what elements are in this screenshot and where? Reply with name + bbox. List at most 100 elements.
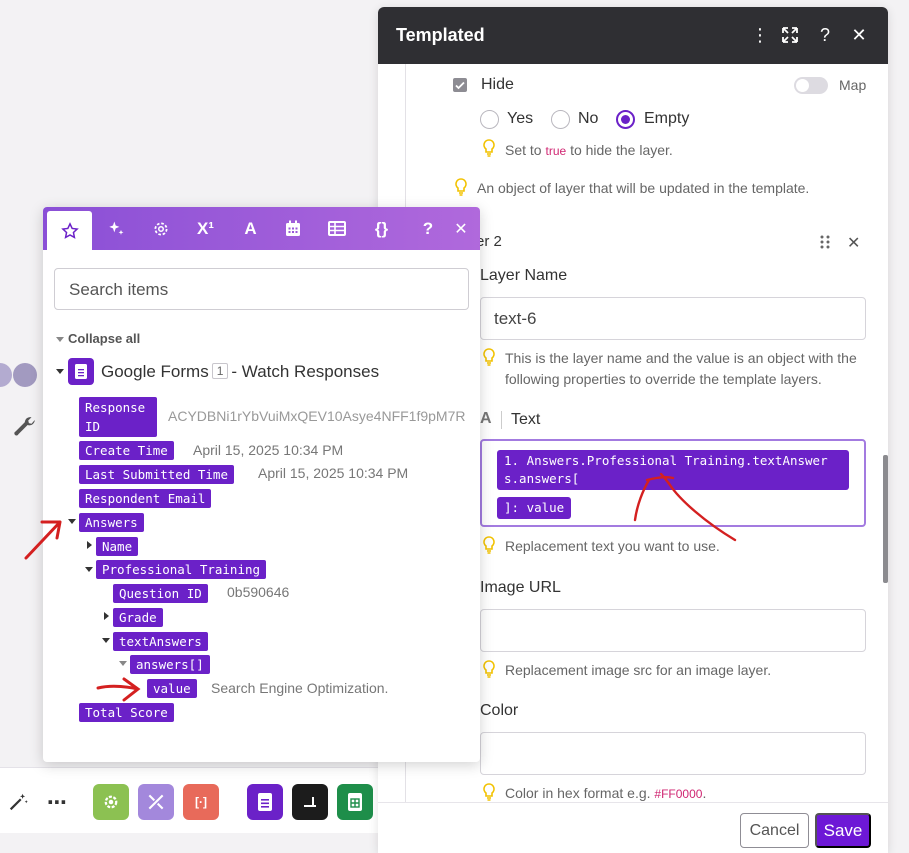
- cancel-button[interactable]: Cancel: [740, 813, 809, 848]
- templated-module-icon[interactable]: [292, 784, 328, 820]
- drag-handle-icon[interactable]: [819, 235, 831, 249]
- panel-header: Templated ⋮ ? ✕: [378, 7, 888, 64]
- grade-caret-icon[interactable]: [104, 612, 109, 620]
- radio-empty[interactable]: [616, 110, 635, 129]
- settings-module-icon[interactable]: [93, 784, 129, 820]
- item-total-score[interactable]: Total Score: [79, 703, 174, 722]
- item-answers-array[interactable]: answers[]: [130, 655, 210, 674]
- item-create-time-value: April 15, 2025 10:34 PM: [193, 442, 344, 458]
- tab-array[interactable]: [314, 207, 359, 250]
- item-response-id-value: ACYDBNi1rYbVuiMxQEV10Asye4NFF1f9pM7Rm: [168, 408, 466, 424]
- help-icon[interactable]: ?: [813, 23, 837, 47]
- hide-checkbox[interactable]: [453, 78, 467, 92]
- star-icon: [60, 221, 79, 239]
- item-create-time[interactable]: Create Time: [79, 441, 174, 460]
- lightbulb-icon: [483, 783, 495, 801]
- radio-yes-label: Yes: [507, 110, 534, 127]
- table-icon: [327, 221, 346, 236]
- save-button[interactable]: Save: [815, 813, 871, 848]
- radio-empty-label: Empty: [644, 110, 690, 127]
- color-label: Color: [480, 702, 519, 719]
- panel-scrollbar[interactable]: [883, 455, 888, 583]
- magic-wand-icon[interactable]: [0, 784, 36, 820]
- hide-label: Hide: [481, 76, 514, 93]
- lightbulb-icon: [483, 660, 495, 678]
- item-question-id-value: 0b590646: [227, 584, 290, 600]
- item-respondent-email[interactable]: Respondent Email: [79, 489, 212, 508]
- module-title: Google Forms 1- Watch Responses: [101, 362, 380, 381]
- superscript-icon: X¹: [197, 218, 214, 238]
- map-toggle[interactable]: [794, 77, 828, 94]
- map-label: Map: [839, 77, 867, 93]
- json-module-icon[interactable]: [·]: [183, 784, 219, 820]
- item-response-id[interactable]: Response ID: [79, 397, 157, 437]
- item-grade[interactable]: Grade: [113, 608, 163, 627]
- tab-favorites[interactable]: [47, 211, 92, 250]
- tab-ai[interactable]: [93, 207, 138, 250]
- item-text-answers[interactable]: textAnswers: [113, 632, 208, 651]
- image-url-input[interactable]: [480, 609, 866, 652]
- gear-icon: [153, 221, 168, 236]
- more-options-icon[interactable]: ⋯: [39, 784, 75, 820]
- annotation-arrow-text: [633, 472, 737, 542]
- sparkles-icon: [108, 221, 123, 235]
- panel-title: Templated: [396, 25, 485, 45]
- item-question-id[interactable]: Question ID: [113, 584, 208, 603]
- color-input[interactable]: [480, 732, 866, 775]
- image-url-label: Image URL: [480, 579, 561, 596]
- lightbulb-icon: [483, 348, 495, 366]
- close-icon[interactable]: ✕: [847, 23, 871, 47]
- layer-name-input[interactable]: text-6: [480, 297, 866, 340]
- canvas-module-dot: [13, 363, 37, 387]
- text-mapping-pill-end[interactable]: ]: value: [497, 497, 572, 519]
- item-last-submitted-time-value: April 15, 2025 10:34 PM: [258, 465, 409, 481]
- tab-date[interactable]: [270, 207, 315, 250]
- professional-training-caret-icon[interactable]: [85, 567, 93, 572]
- close-icon[interactable]: ✕: [441, 207, 480, 250]
- search-input[interactable]: Search items: [54, 268, 469, 310]
- divider: [501, 411, 502, 429]
- code-hex: #FF0000: [654, 787, 703, 801]
- expand-icon[interactable]: [778, 23, 802, 47]
- item-name[interactable]: Name: [96, 537, 139, 556]
- lightbulb-icon: [483, 536, 495, 554]
- panel-footer: [378, 802, 888, 853]
- layer-name-label: Layer Name: [480, 267, 568, 284]
- tab-settings[interactable]: [138, 207, 183, 250]
- google-sheets-module-icon[interactable]: [337, 784, 373, 820]
- lightbulb-icon: [455, 178, 467, 196]
- text-type-icon: A: [480, 410, 492, 427]
- annotation-arrow-answers: [24, 520, 62, 560]
- radio-yes[interactable]: [480, 110, 499, 129]
- item-value[interactable]: value: [147, 679, 197, 698]
- name-caret-icon[interactable]: [87, 541, 92, 549]
- google-forms-module-icon[interactable]: [247, 784, 283, 820]
- remove-layer-icon[interactable]: ✕: [847, 233, 860, 253]
- collapse-all-button[interactable]: Collapse all: [68, 331, 140, 346]
- kebab-menu-icon[interactable]: ⋮: [748, 23, 772, 47]
- text-icon: A: [244, 218, 257, 238]
- calendar-icon: [285, 220, 300, 236]
- tools-module-icon[interactable]: [138, 784, 174, 820]
- tab-math[interactable]: X¹: [183, 207, 228, 250]
- collapse-caret-icon: [56, 337, 64, 342]
- wrench-icon[interactable]: [12, 414, 38, 440]
- popup-tab-bar: X¹ A {} ? ✕: [43, 207, 480, 250]
- item-professional-training[interactable]: Professional Training: [96, 560, 267, 579]
- annotation-arrow-value: [96, 677, 141, 702]
- lightbulb-icon: [483, 139, 495, 157]
- text-label: Text: [511, 411, 541, 428]
- answers-array-caret-icon[interactable]: [119, 661, 127, 666]
- google-forms-icon: [68, 358, 94, 385]
- expand-caret-icon[interactable]: [56, 369, 64, 374]
- hide-hint: Set to true to hide the layer.: [505, 142, 673, 158]
- item-value-value: Search Engine Optimization.: [211, 680, 389, 696]
- item-answers[interactable]: Answers: [79, 513, 144, 532]
- item-last-submitted-time[interactable]: Last Submitted Time: [79, 465, 234, 484]
- module-badge: 1: [211, 363, 229, 379]
- braces-icon: {}: [374, 218, 389, 238]
- text-answers-caret-icon[interactable]: [102, 638, 110, 643]
- radio-no[interactable]: [551, 110, 570, 129]
- tab-json[interactable]: {}: [359, 207, 404, 250]
- tab-text[interactable]: A: [228, 207, 273, 250]
